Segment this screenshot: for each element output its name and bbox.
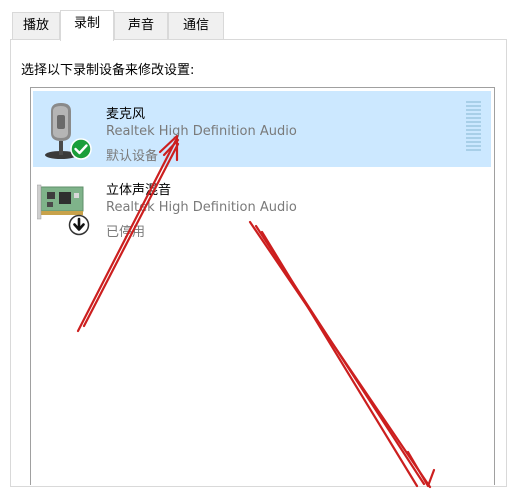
device-driver: Realtek High Definition Audio	[106, 124, 297, 139]
device-item-microphone[interactable]: 麦克风 Realtek High Definition Audio 默认设备	[33, 91, 491, 167]
device-driver: Realtek High Definition Audio	[106, 200, 297, 215]
tab-sounds[interactable]: 声音	[114, 12, 168, 39]
device-status: 默认设备	[106, 149, 159, 164]
recording-device-list[interactable]: 麦克风 Realtek High Definition Audio 默认设备 立…	[30, 87, 495, 485]
tab-communications[interactable]: 通信	[168, 12, 224, 39]
sound-card-icon	[37, 184, 90, 236]
instruction-text: 选择以下录制设备来修改设置:	[21, 63, 195, 78]
device-status: 已停用	[106, 225, 146, 240]
tab-recording[interactable]: 录制	[60, 10, 114, 41]
disabled-down-arrow-icon	[68, 214, 90, 236]
microphone-icon	[45, 103, 92, 160]
volume-level-meter	[466, 101, 481, 151]
tab-playback[interactable]: 播放	[12, 12, 60, 39]
device-name: 立体声混音	[106, 183, 172, 198]
device-name: 麦克风	[106, 107, 146, 122]
green-check-icon	[70, 138, 92, 160]
device-item-stereo-mix[interactable]: 立体声混音 Realtek High Definition Audio 已停用	[33, 167, 491, 243]
